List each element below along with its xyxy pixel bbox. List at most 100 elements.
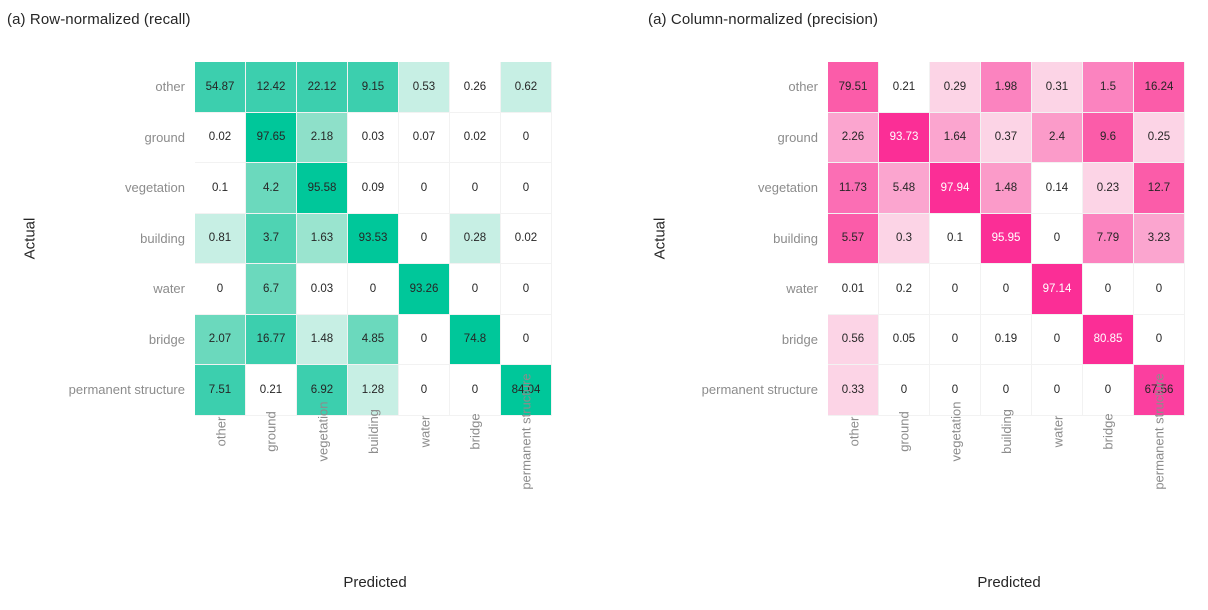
y-tick-label: vegetation [758,180,818,195]
heatmap-cell-value: 5.48 [892,181,916,194]
heatmap-cell: 0.05 [879,314,930,365]
x-tick-label-text: building [998,408,1014,454]
heatmap-row-normalized: 54.87 other 12.42 22.12 9.15 0.53 0.26 0.62 0.02… [69,62,552,489]
heatmap-cell: 0.53 [399,62,450,113]
y-tick-label: water [153,281,185,296]
heatmap-cell-value: 0 [522,282,530,295]
panel-title-row-normalized: (a) Row-normalized (recall) [7,11,191,28]
x-tick-label: ground [246,411,297,467]
heatmap-cell: 2.07 bridge [149,314,246,365]
heatmap-cell-value: 0.2 [896,282,912,295]
x-axis-title: Predicted [977,574,1041,591]
y-tick-label: bridge [781,331,818,347]
y-tick-label: permanent structure [68,382,185,397]
heatmap-cell: 0 [1032,314,1083,365]
heatmap-cell: 93.26 [399,264,450,315]
heatmap-cell-value: 0.02 [463,131,487,144]
y-tick-label: other [788,79,818,94]
x-tick-label-text: vegetation [315,401,330,461]
x-tick-label-text: permanent structure [519,372,534,490]
heatmap-cell: 11.73 vegetation [758,163,879,214]
heatmap-cell-value: 0.81 [208,232,232,245]
heatmap-cell-value: 95.58 [307,181,337,194]
heatmap-cell-value: 0 [1053,333,1061,346]
heatmap-cell: 0.28 [450,213,501,264]
heatmap-cell-value: 6.92 [310,383,334,396]
heatmap-cell-value: 0 [420,333,428,346]
heatmap-cell: 0 [1032,213,1083,264]
heatmap-cell-value: 4.85 [361,333,385,346]
heatmap-cell: 4.2 [246,163,297,214]
heatmap-cell: 0.3 [879,213,930,264]
y-tick-label: other [155,79,185,94]
x-tick-label: building [981,409,1032,467]
heatmap-cell-value: 2.26 [841,131,865,144]
x-tick-label-text: permanent structure [1152,372,1167,490]
heatmap-cell-value: 93.26 [409,282,439,295]
heatmap-cell: 0 water [153,264,246,315]
heatmap-cell-value: 74.8 [463,333,487,346]
x-tick-label-text: water [1049,415,1065,447]
heatmap-cell-value: 0 [369,282,377,295]
heatmap-cell: 0 [981,264,1032,315]
x-tick-label: vegetation [930,401,981,467]
heatmap-cell-value: 2.18 [310,131,334,144]
x-tick-labels: other ground vegetation building water bridge… [195,373,552,566]
heatmap-cell: 0 [399,213,450,264]
heatmap-cell: 0 [879,365,930,416]
heatmap-cell: 0.81 building [140,213,246,264]
x-tick-label-text: other [845,416,861,446]
y-tick-label: building [140,230,185,246]
heatmap-cell-value: 0 [1053,232,1061,245]
heatmap-cell-value: 0.1 [947,232,963,245]
panel-row-normalized: (a) Row-normalized (recall) 54.87 other 12… [0,0,604,610]
heatmap-cell: 0 [450,365,501,416]
heatmap-cell-value: 1.28 [361,383,385,396]
heatmap-cell: 54.87 other [155,62,246,113]
heatmap-cell: 0 [981,365,1032,416]
heatmap-cell-value: 0 [1002,282,1010,295]
heatmap-cell-value: 1.64 [943,131,967,144]
heatmap-cell: 0.01 water [786,264,879,315]
heatmap-cell: 0.02 [501,213,552,264]
heatmap-cell-value: 7.51 [208,383,232,396]
x-tick-label: building [348,409,399,467]
heatmap-cell: 0 [1032,365,1083,416]
heatmap-cell: 0 [501,314,552,365]
heatmap-cell-value: 2.4 [1049,131,1065,144]
x-tick-label-text: bridge [467,412,483,450]
x-tick-label-text: building [365,408,381,454]
heatmap-cell: 0 [501,163,552,214]
heatmap-cell: 0.21 [879,62,930,113]
heatmap-cell: 0.02 [450,112,501,163]
heatmap-cell-value: 11.73 [839,181,867,194]
heatmap-cell: 0.25 [1134,112,1185,163]
heatmap-cell-value: 4.2 [263,181,279,194]
heatmap-cell-value: 0 [420,383,428,396]
heatmap-cell-value: 3.7 [263,232,279,245]
heatmap-cell: 1.5 [1083,62,1134,113]
heatmap-cell: 0 [930,314,981,365]
heatmap-cell: 1.64 [930,112,981,163]
heatmap-cell-value: 0 [471,181,479,194]
x-tick-label-text: ground [896,410,912,452]
heatmap-cell-value: 0 [1002,383,1010,396]
heatmap-cell-value: 1.48 [310,333,334,346]
x-tick-label-text: vegetation [948,401,963,461]
heatmap-cell-value: 0 [522,131,530,144]
heatmap-cell: 1.63 [297,213,348,264]
heatmap-cell-value: 0 [1104,282,1112,295]
heatmap-cell: 1.48 [981,163,1032,214]
heatmap-cell: 0.33 permanent structure [702,365,879,416]
heatmap-cell: 0.23 [1083,163,1134,214]
heatmap-cell-value: 0.56 [841,333,865,346]
heatmap-cell-value: 93.53 [358,232,388,245]
x-tick-label-text: water [416,415,432,447]
heatmap-cell: 4.85 [348,314,399,365]
heatmap-cell: 0 [1083,264,1134,315]
heatmap-cell: 22.12 [297,62,348,113]
heatmap-cell: 0 [930,264,981,315]
x-tick-labels: other ground vegetation building water bridge… [828,373,1185,566]
heatmap-cell-value: 0 [471,282,479,295]
confusion-matrix-figure: (a) Row-normalized (recall) 54.87 other 12… [0,0,1208,610]
